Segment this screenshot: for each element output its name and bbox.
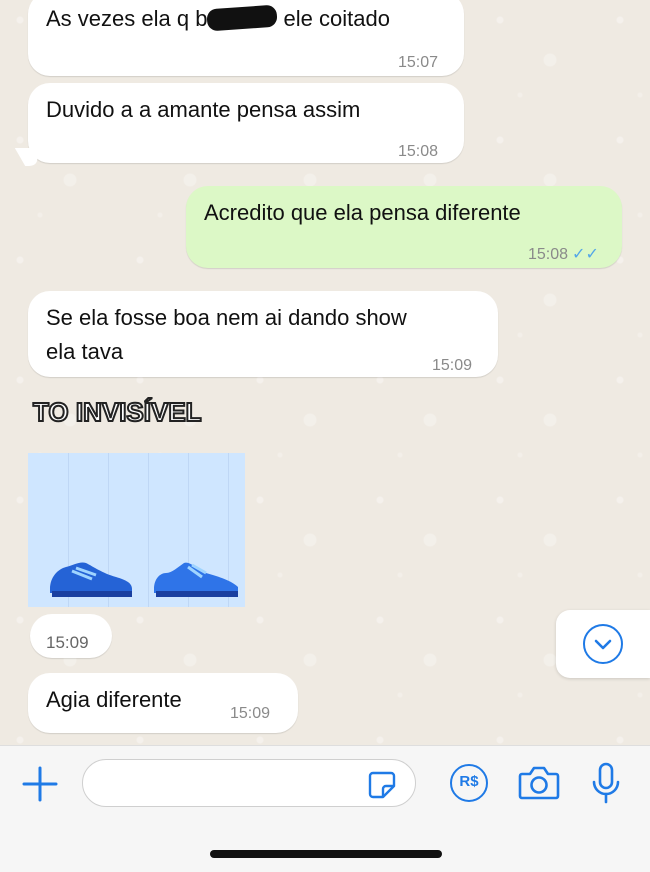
message-bubble[interactable]: Duvido a a amante pensa assim 15:08 <box>28 83 464 163</box>
payment-button[interactable]: R$ <box>450 764 488 802</box>
message-time-row: 15:08 ✓✓ <box>528 238 599 272</box>
scroll-to-bottom-button[interactable] <box>556 610 650 678</box>
message-time: 15:08 <box>398 143 439 160</box>
message-bubble[interactable]: Agia diferente 15:09 <box>28 673 298 733</box>
payment-icon: R$ <box>459 773 479 790</box>
message-time: 15:09 <box>46 633 89 652</box>
plus-icon <box>22 766 58 802</box>
message-input[interactable] <box>82 759 416 807</box>
message-bubble[interactable]: Se ela fosse boa nem ai dando show ela t… <box>28 291 498 377</box>
message-bubble[interactable]: Acredito que ela pensa diferente 15:08 ✓✓ <box>186 186 622 268</box>
sticker-caption: TO INVISÍVEL <box>32 396 203 428</box>
message-text: Duvido a a amante pensa assim <box>46 97 361 122</box>
message-time: 15:09 <box>230 705 271 722</box>
read-receipt-icon: ✓✓ <box>572 246 599 263</box>
message-text-part: ele coitado <box>277 6 390 31</box>
message-bubble[interactable]: As vezes ela q b ele coitado 15:07 <box>28 0 464 76</box>
message-time: 15:07 <box>398 54 439 71</box>
camera-button[interactable] <box>518 764 560 802</box>
message-text: As vezes ela q b ele coitado <box>46 2 390 36</box>
sticker-time-bubble: 15:09 <box>30 614 112 658</box>
message-input-field[interactable] <box>99 768 359 798</box>
chevron-down-icon <box>583 624 623 664</box>
message-text: Acredito que ela pensa diferente <box>204 200 521 225</box>
camera-icon <box>518 766 560 800</box>
message-time: 15:08 <box>528 246 569 263</box>
home-indicator <box>210 850 442 858</box>
composer-bar: R$ <box>0 745 650 872</box>
sticker-button[interactable] <box>367 770 397 800</box>
chat-area[interactable]: As vezes ela q b ele coitado 15:07 Duvid… <box>0 0 650 745</box>
shoe-icon <box>50 562 132 597</box>
message-time: 15:09 <box>432 357 473 374</box>
message-text-part: As vezes ela q b <box>46 6 208 31</box>
microphone-icon <box>592 762 620 804</box>
sticker-icon <box>368 771 396 799</box>
message-text-line: Se ela fosse boa nem ai dando show <box>46 305 407 330</box>
message-text: Agia diferente <box>46 687 182 712</box>
redaction-mark <box>206 4 279 32</box>
message-text-line: ela tava <box>46 339 124 364</box>
attach-button[interactable] <box>20 764 60 804</box>
microphone-button[interactable] <box>590 761 622 805</box>
shoe-icon <box>154 562 238 597</box>
sticker-image[interactable] <box>28 453 245 607</box>
